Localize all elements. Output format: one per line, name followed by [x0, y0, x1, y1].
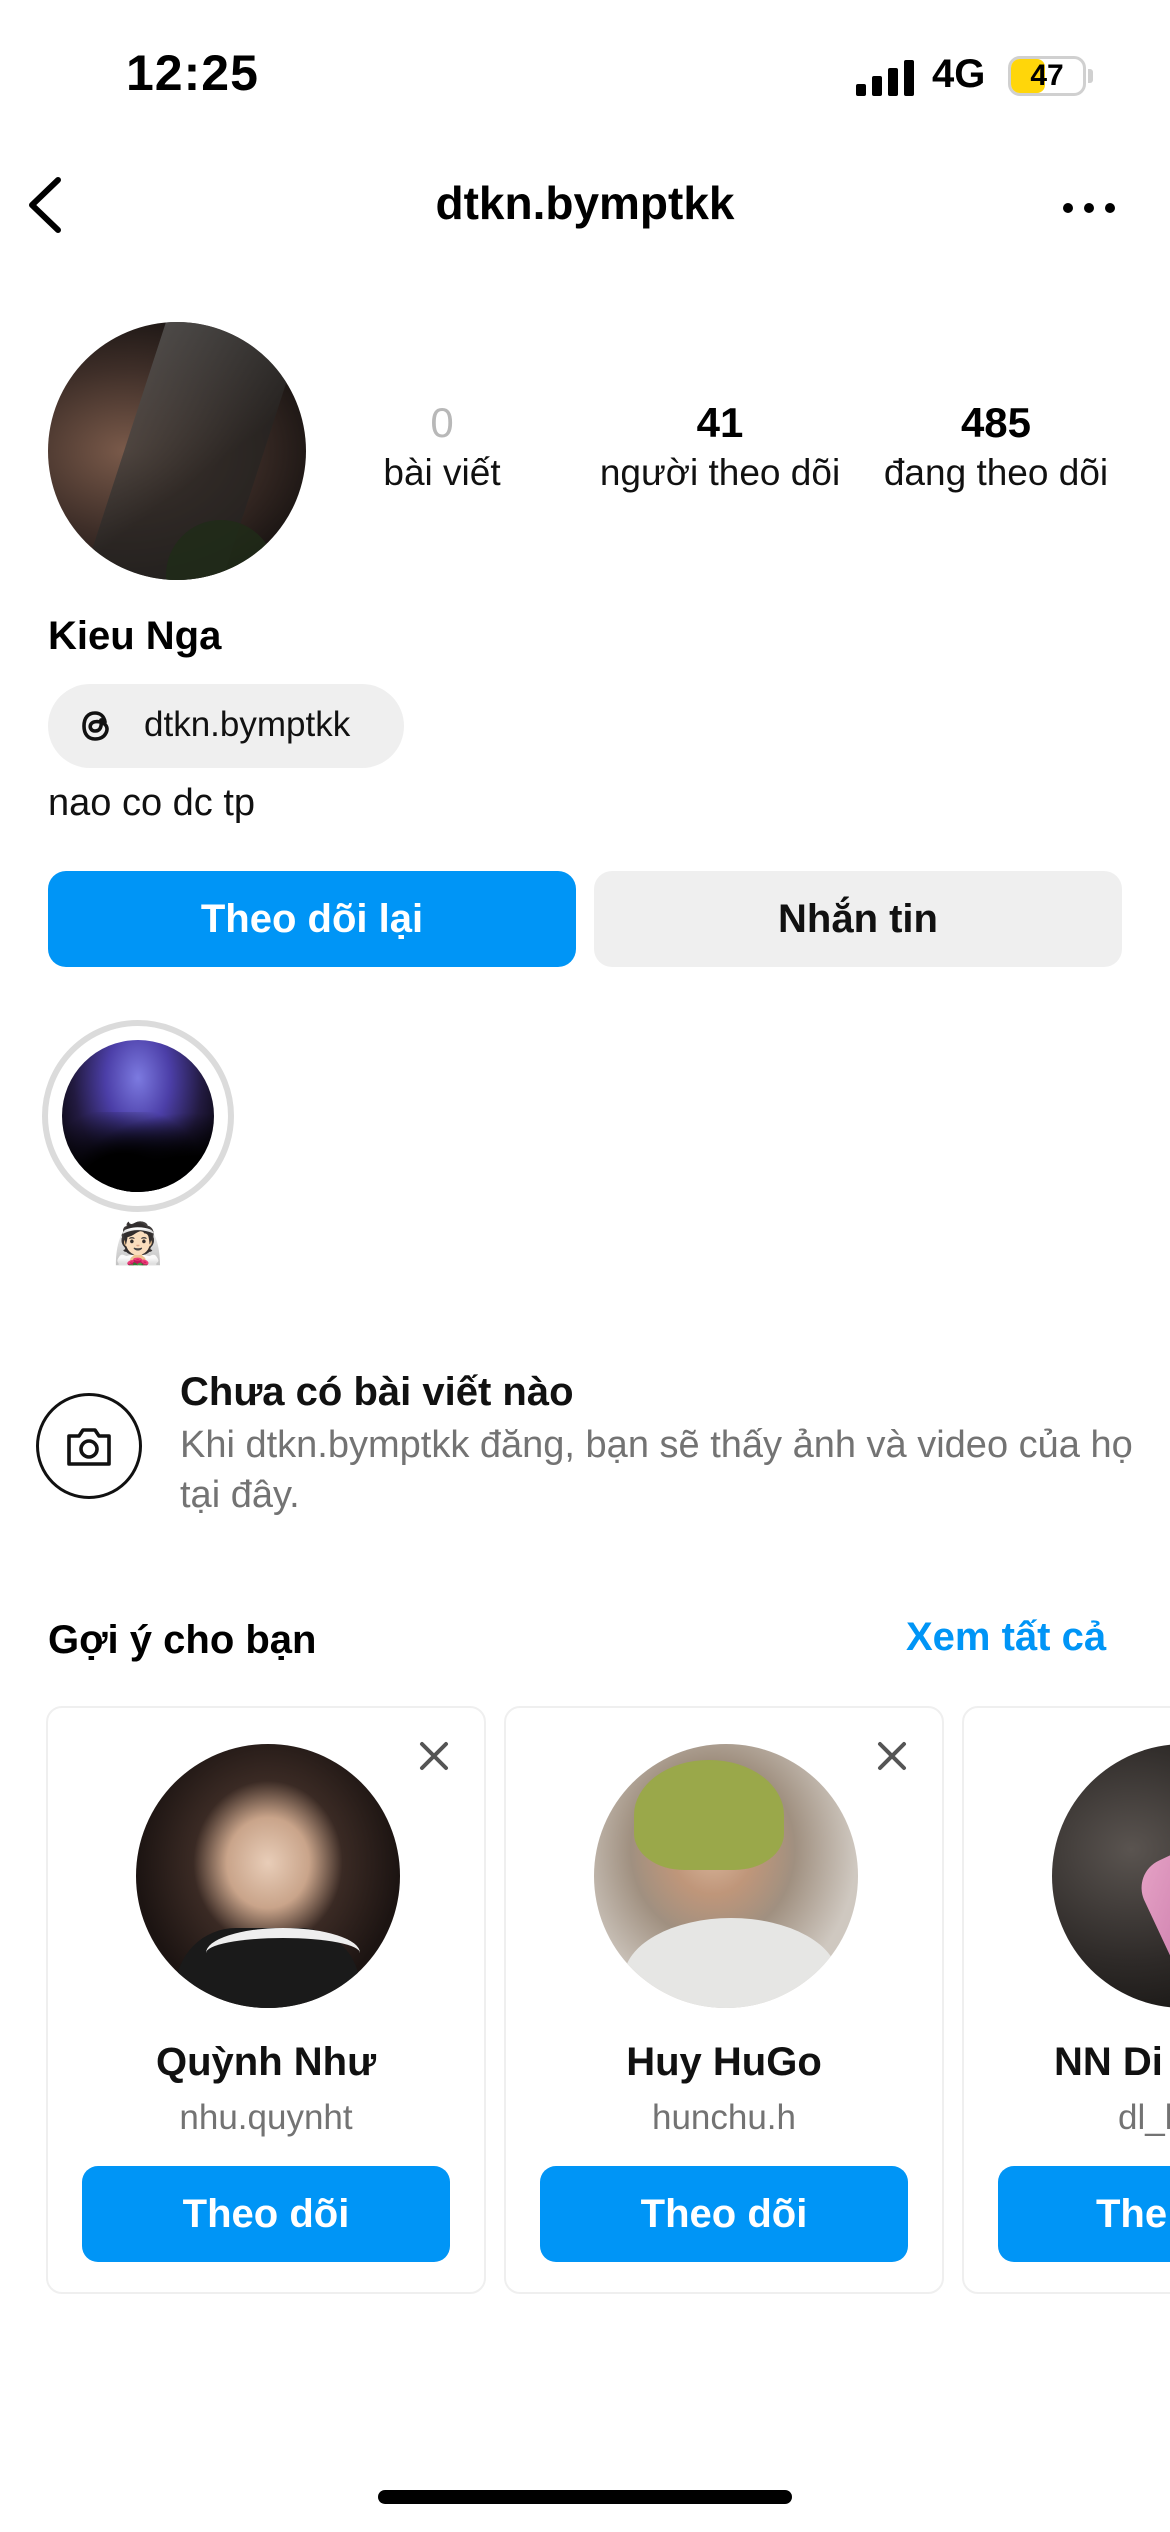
- stat-posts[interactable]: 0 bài viết: [362, 400, 522, 496]
- highlight-cover-image: [62, 1040, 214, 1192]
- suggestion-avatar[interactable]: [1052, 1744, 1170, 2008]
- profile-bio: nao co dc tp: [48, 782, 256, 824]
- suggestions-title: Gợi ý cho bạn: [48, 1618, 317, 1662]
- suggestion-avatar[interactable]: [594, 1744, 858, 2008]
- profile-username-title: dtkn.bymptkk: [435, 177, 735, 229]
- close-icon: [420, 1742, 448, 1770]
- threads-handle: dtkn.bymptkk: [144, 705, 351, 744]
- suggestion-handle: nhu.quynht: [179, 2098, 353, 2137]
- battery-percentage: 47: [1030, 59, 1064, 92]
- suggestion-handle: dl_l: [1118, 2098, 1170, 2137]
- status-time: 12:25: [126, 45, 259, 101]
- suggestion-name: Quỳnh Như: [155, 2040, 377, 2084]
- message-button[interactable]: Nhắn tin: [594, 871, 1122, 967]
- camera-icon: [67, 1428, 111, 1466]
- stat-following[interactable]: 485 đang theo dõi: [866, 400, 1126, 496]
- followers-count: 41: [696, 399, 744, 446]
- camera-icon-circle: [36, 1393, 142, 1499]
- suggestion-name: Huy HuGo: [626, 2040, 822, 2084]
- battery-nub: [1088, 69, 1093, 83]
- follow-button[interactable]: The: [998, 2166, 1170, 2262]
- suggestion-handle: hunchu.h: [651, 2098, 797, 2137]
- follow-button[interactable]: Theo dõi: [540, 2166, 908, 2262]
- see-all-link[interactable]: Xem tất cả: [906, 1615, 1106, 1660]
- profile-avatar[interactable]: [48, 322, 306, 580]
- following-count: 485: [960, 399, 1032, 446]
- home-indicator[interactable]: [378, 2490, 792, 2504]
- stat-followers[interactable]: 41 người theo dõi: [588, 400, 852, 496]
- suggestion-card-clip: NN Di dl_l The: [962, 1706, 1170, 2294]
- highlight-label: 👰🏻: [113, 1222, 163, 1266]
- followers-label: người theo dõi: [599, 452, 841, 493]
- story-highlight[interactable]: [42, 1020, 234, 1212]
- cellular-signal-icon: [856, 60, 914, 96]
- close-icon: [878, 1742, 906, 1770]
- posts-label: bài viết: [383, 452, 501, 493]
- battery-icon: 47: [1008, 56, 1086, 96]
- follow-back-button[interactable]: Theo dõi lại: [48, 871, 576, 967]
- threads-badge[interactable]: dtkn.bymptkk: [48, 684, 404, 768]
- posts-count: 0: [430, 399, 454, 446]
- more-options-button[interactable]: [1054, 178, 1124, 238]
- suggestion-card[interactable]: NN Di dl_l The: [962, 1706, 1170, 2294]
- dismiss-suggestion-button[interactable]: [414, 1736, 454, 1776]
- more-horizontal-icon: [1063, 203, 1115, 213]
- dismiss-suggestion-button[interactable]: [872, 1736, 912, 1776]
- suggestion-avatar[interactable]: [136, 1744, 400, 2008]
- threads-icon: [82, 711, 109, 741]
- follow-button[interactable]: Theo dõi: [82, 2166, 450, 2262]
- suggestion-card[interactable]: Huy HuGo hunchu.h Theo dõi: [504, 1706, 944, 2294]
- network-type: 4G: [932, 52, 986, 96]
- display-name: Kieu Nga: [48, 614, 222, 658]
- no-posts-description: Khi dtkn.bymptkk đăng, bạn sẽ thấy ảnh v…: [180, 1424, 1133, 1516]
- no-posts-title: Chưa có bài viết nào: [180, 1370, 574, 1414]
- suggestion-name: NN Di: [1054, 2040, 1163, 2084]
- suggestion-card[interactable]: Quỳnh Như nhu.quynht Theo dõi: [46, 1706, 486, 2294]
- following-label: đang theo dõi: [883, 452, 1109, 493]
